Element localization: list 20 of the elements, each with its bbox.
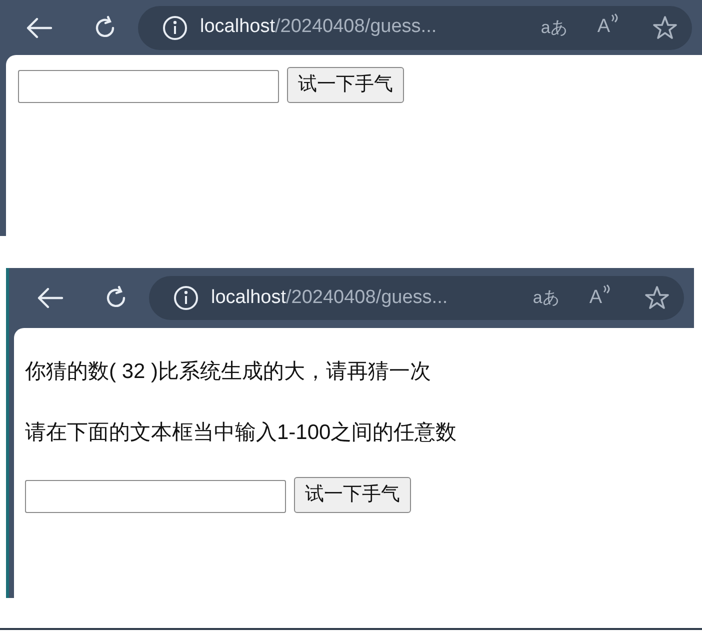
message-text: 请在下面的文本框当中输入1-100之间的任意数 <box>25 420 458 446</box>
read-aloud-button[interactable]: A <box>597 13 620 42</box>
guess-input-field[interactable] <box>18 70 279 103</box>
message-text: 你猜的数( 32 )比系统生成的大，请再猜一次 <box>25 359 432 385</box>
star-icon[interactable] <box>652 14 678 40</box>
url-text: localhost/20240408/guess... <box>211 286 448 310</box>
guess-button[interactable]: 试一下手气 <box>294 477 411 513</box>
back-icon[interactable] <box>35 285 65 311</box>
info-icon[interactable] <box>173 285 199 311</box>
address-bar[interactable]: localhost/20240408/guess... aあ A <box>138 6 692 50</box>
translate-button[interactable]: aあ <box>540 14 568 40</box>
translate-button[interactable]: aあ <box>532 285 560 311</box>
info-icon[interactable] <box>162 14 188 40</box>
guess-button[interactable]: 试一下手气 <box>287 67 404 103</box>
sound-waves-icon <box>602 284 612 296</box>
read-aloud-button[interactable]: A <box>589 284 612 312</box>
guess-input-field[interactable] <box>25 480 286 513</box>
url-text: localhost/20240408/guess... <box>200 15 437 40</box>
star-icon[interactable] <box>644 285 670 311</box>
address-bar[interactable]: localhost/20240408/guess... aあ A <box>149 276 684 320</box>
